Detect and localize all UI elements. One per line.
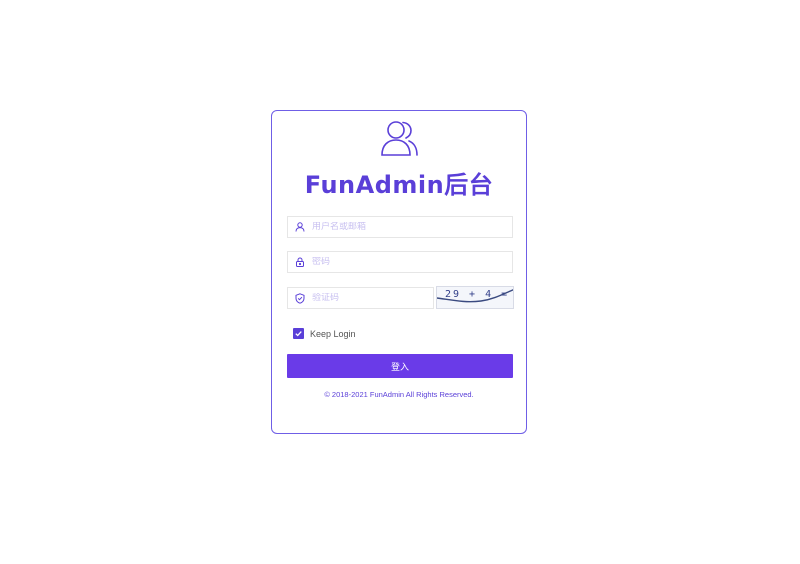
captcha-noise-curve bbox=[437, 289, 513, 303]
username-field[interactable] bbox=[287, 216, 513, 238]
user-icon bbox=[294, 221, 306, 233]
keep-login-checkbox[interactable] bbox=[293, 328, 304, 339]
password-field[interactable] bbox=[287, 251, 513, 273]
login-card: FunAdmin后台 29 + 4 = bbox=[271, 110, 527, 434]
captcha-field[interactable] bbox=[287, 287, 434, 309]
page-title: FunAdmin后台 bbox=[304, 171, 494, 199]
copyright-text: © 2018-2021 FunAdmin All Rights Reserved… bbox=[324, 390, 474, 399]
captcha-input[interactable] bbox=[312, 293, 422, 303]
username-input[interactable] bbox=[312, 222, 482, 232]
keep-login-label: Keep Login bbox=[310, 328, 356, 339]
password-input[interactable] bbox=[312, 257, 482, 267]
login-button[interactable]: 登入 bbox=[287, 354, 513, 378]
shield-check-icon bbox=[294, 292, 306, 304]
lock-icon bbox=[294, 256, 306, 268]
captcha-image[interactable]: 29 + 4 = bbox=[436, 286, 514, 309]
check-icon bbox=[295, 331, 302, 337]
users-icon bbox=[380, 119, 420, 157]
keep-login[interactable]: Keep Login bbox=[293, 328, 356, 339]
